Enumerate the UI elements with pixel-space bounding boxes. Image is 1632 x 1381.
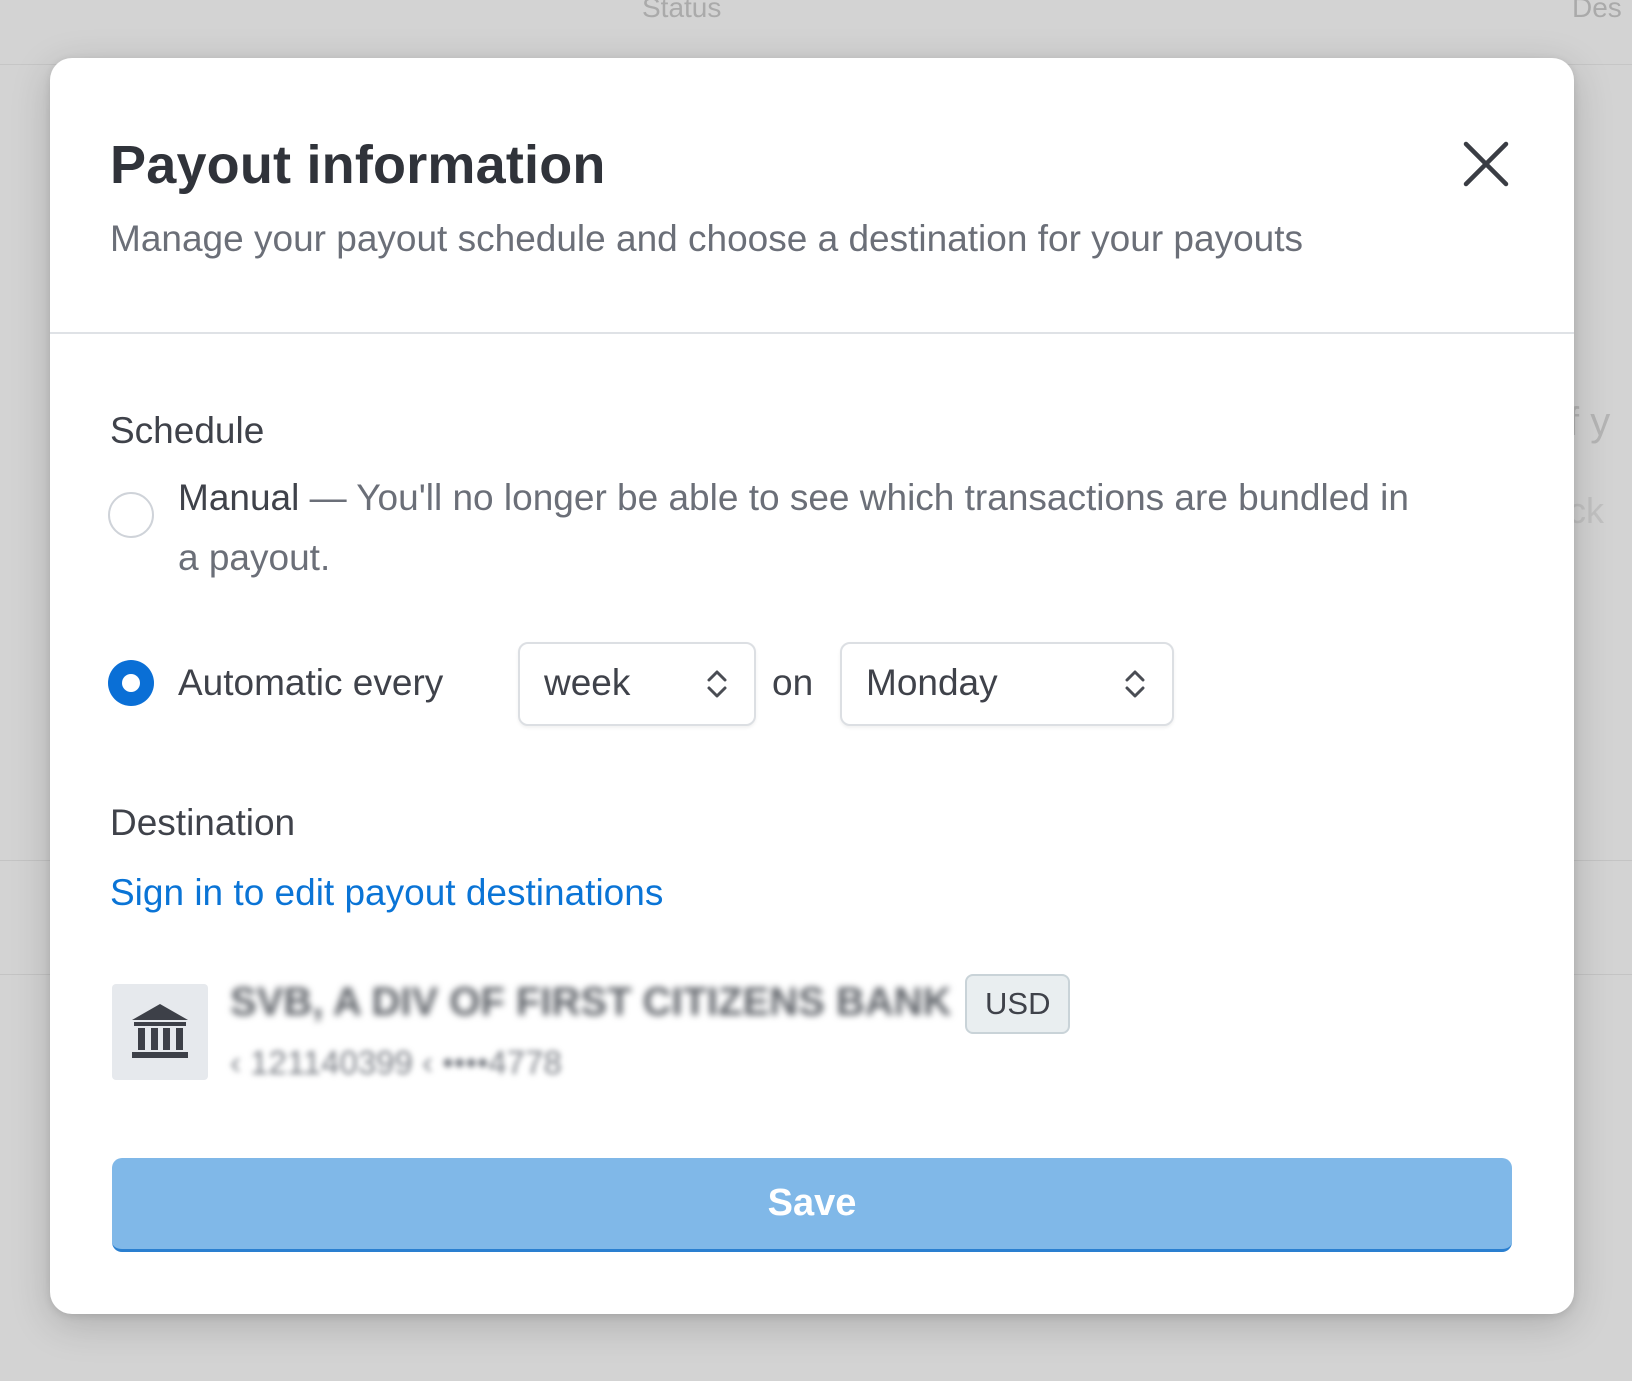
manual-radio[interactable] — [108, 492, 154, 538]
bank-account-details: ‹ 121140399 ‹ ••••4778 — [230, 1044, 562, 1081]
dialog-title: Payout information — [110, 135, 606, 195]
interval-select-value: week — [544, 662, 631, 703]
chevron-up-down-icon — [1120, 664, 1150, 704]
background-column-description: Des — [1572, 0, 1622, 23]
schedule-section-label: Schedule — [110, 410, 265, 451]
dialog-subtitle: Manage your payout schedule and choose a… — [110, 218, 1304, 259]
manual-option-label[interactable]: Manual — You'll no longer be able to see… — [178, 468, 1438, 588]
background-text-fragment: f y — [1568, 400, 1611, 444]
background-table-header: Status Des — [0, 0, 1632, 65]
payout-information-dialog: Payout information Manage your payout sc… — [50, 58, 1574, 1314]
bank-icon — [132, 1004, 188, 1058]
currency-badge: USD — [965, 974, 1071, 1034]
interval-select[interactable]: week — [518, 642, 756, 726]
on-label: on — [772, 662, 814, 703]
chevron-up-down-icon — [702, 664, 732, 704]
manual-option-name: Manual — [178, 477, 300, 518]
bank-account-avatar — [112, 984, 208, 1080]
dialog-header: Payout information Manage your payout sc… — [50, 58, 1574, 334]
background-column-status: Status — [642, 0, 722, 23]
day-select[interactable]: Monday — [840, 642, 1174, 726]
close-button[interactable] — [1458, 136, 1514, 192]
close-icon — [1463, 141, 1509, 187]
automatic-option-label[interactable]: Automatic every — [178, 660, 443, 706]
day-select-value: Monday — [866, 662, 998, 703]
manual-option-description: — You'll no longer be able to see which … — [178, 477, 1409, 578]
sign-in-link[interactable]: Sign in to edit payout destinations — [110, 872, 663, 914]
destination-section-label: Destination — [110, 802, 296, 843]
bank-name: SVB, A DIV OF FIRST CITIZENS BANK — [230, 980, 952, 1024]
save-button[interactable]: Save — [112, 1158, 1512, 1252]
automatic-radio[interactable] — [108, 660, 154, 706]
